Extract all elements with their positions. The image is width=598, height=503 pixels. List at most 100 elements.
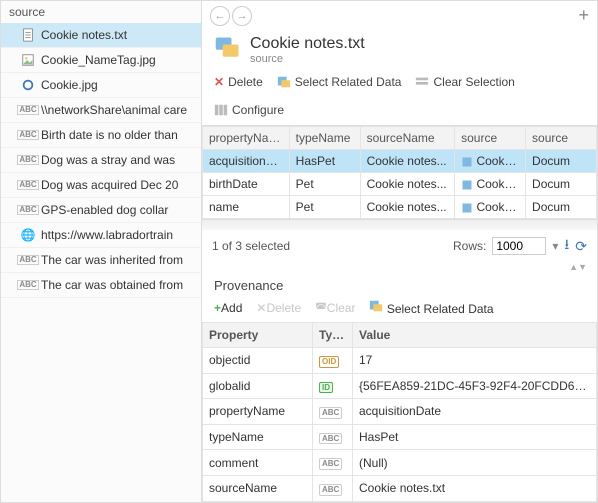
download-icon[interactable]: ⭳ <box>564 234 569 258</box>
table-row[interactable]: acquisitionD...HasPetCookie notes... Coo… <box>203 150 597 173</box>
tree-item[interactable]: ABC The car was obtained from <box>1 273 201 298</box>
grid-cell[interactable]: Cookie... <box>455 196 526 219</box>
configure-button[interactable]: Configure <box>214 103 284 117</box>
grid-cell[interactable]: Cookie notes... <box>360 196 455 219</box>
grid-cell[interactable]: Cookie notes... <box>360 173 455 196</box>
prov-value: acquisitionDate <box>353 399 597 425</box>
add-panel-button[interactable]: + <box>578 5 589 26</box>
grid-cell[interactable]: acquisitionD... <box>203 150 290 173</box>
clear-selection-icon <box>415 75 429 89</box>
prov-property: globalid <box>203 373 313 399</box>
page-subtitle: source <box>250 53 365 65</box>
abc-icon: ABC <box>21 103 35 117</box>
main-toolbar: ✕Delete Select Related Data Clear Select… <box>202 69 597 125</box>
provenance-toolbar: +Add ✕Delete ◚Clear Select Related Data <box>202 299 597 322</box>
source-tree: Cookie notes.txt Cookie_NameTag.jpg Cookie… <box>1 23 201 502</box>
prov-value: (Null) <box>353 450 597 476</box>
col-type[interactable]: Type <box>313 323 353 348</box>
grid-cell[interactable]: name <box>203 196 290 219</box>
tree-item[interactable]: Cookie_NameTag.jpg <box>1 48 201 73</box>
prov-select-related-button[interactable]: Select Related Data <box>369 299 493 316</box>
tree-item-label: Cookie notes.txt <box>41 28 127 42</box>
prov-row[interactable]: propertyNameABCacquisitionDate <box>203 399 597 425</box>
world-icon: 🌐 <box>21 228 35 242</box>
header: Cookie notes.txt source <box>202 30 597 69</box>
add-button[interactable]: +Add <box>214 301 242 315</box>
grid-column-header[interactable]: sourceName <box>360 127 455 150</box>
main-panel: ← → + Cookie notes.txt source ✕Delete Se… <box>202 1 597 502</box>
prov-property: typeName <box>203 424 313 450</box>
tree-item[interactable]: 🌐 https://www.labradortrain <box>1 223 201 248</box>
tree-item-label: https://www.labradortrain <box>41 228 173 242</box>
nav-back-button[interactable]: ← <box>210 6 230 26</box>
tree-item[interactable]: Cookie notes.txt <box>1 23 201 48</box>
plus-icon: + <box>214 301 221 315</box>
grid-cell[interactable]: Cookie... <box>455 150 526 173</box>
tree-item[interactable]: ABC\\networkShare\animal care <box>1 98 201 123</box>
tree-item[interactable]: ABC GPS-enabled dog collar <box>1 198 201 223</box>
grid-cell[interactable]: Cookie... <box>455 173 526 196</box>
grid-cell[interactable]: Cookie notes... <box>360 150 455 173</box>
rows-label: Rows: <box>453 239 486 253</box>
prov-row[interactable]: globalidID{56FEA859-21DC-45F3-92F4-20FCD… <box>203 373 597 399</box>
select-related-icon <box>369 299 383 313</box>
grid-cell[interactable]: HasPet <box>289 150 360 173</box>
prov-row[interactable]: typeNameABCHasPet <box>203 424 597 450</box>
grid-cell[interactable]: birthDate <box>203 173 290 196</box>
prov-type-badge: ABC <box>313 424 353 450</box>
tree-item[interactable]: ABCThe car was inherited from <box>1 248 201 273</box>
prov-property: comment <box>203 450 313 476</box>
grid-cell[interactable]: Pet <box>289 173 360 196</box>
table-row[interactable]: namePetCookie notes... Cookie...Docum <box>203 196 597 219</box>
delete-button[interactable]: ✕Delete <box>214 75 263 89</box>
rows-input[interactable] <box>492 237 546 255</box>
tree-item-label: The car was obtained from <box>41 278 183 292</box>
prov-row[interactable]: commentABC(Null) <box>203 450 597 476</box>
grid-cell[interactable]: Pet <box>289 196 360 219</box>
clear-selection-button[interactable]: Clear Selection <box>415 75 514 89</box>
col-property[interactable]: Property <box>203 323 313 348</box>
table-row[interactable]: birthDatePetCookie notes... Cookie...Doc… <box>203 173 597 196</box>
prov-row[interactable]: objectidOID17 <box>203 348 597 374</box>
tree-item[interactable]: Cookie.jpg <box>1 73 201 98</box>
grid-column-header[interactable]: propertyName <box>203 127 290 150</box>
prov-type-badge: ABC <box>313 475 353 501</box>
panel-collapse-icon[interactable]: ▲▼ <box>202 262 597 272</box>
abc-icon: ABC <box>21 128 35 142</box>
provenance-title: Provenance <box>202 272 597 299</box>
tree-item[interactable]: ABCDog was acquired Dec 20 <box>1 173 201 198</box>
tree-item[interactable]: ABCBirth date is no older than <box>1 123 201 148</box>
grid-column-header[interactable]: source <box>455 127 526 150</box>
provenance-table: Property Type Value objectidOID17globali… <box>202 322 597 502</box>
rows-dropdown-icon[interactable]: ▾ <box>552 239 558 253</box>
prov-value: 17 <box>353 348 597 374</box>
abc-icon: ABC <box>21 203 35 217</box>
abc-icon: ABC <box>21 278 35 292</box>
status-bar: 1 of 3 selected Rows: ▾ ⭳ ⟳ <box>202 230 597 262</box>
text-file-icon <box>21 28 35 42</box>
selection-status: 1 of 3 selected <box>212 239 290 253</box>
prov-property: objectid <box>203 348 313 374</box>
prov-value: Cookie notes.txt <box>353 475 597 501</box>
tree-item-label: Cookie.jpg <box>41 78 98 92</box>
col-value[interactable]: Value <box>353 323 597 348</box>
configure-icon <box>214 103 228 117</box>
prov-value: HasPet <box>353 424 597 450</box>
prov-row[interactable]: sourceNameABCCookie notes.txt <box>203 475 597 501</box>
grid-column-header[interactable]: typeName <box>289 127 360 150</box>
sidebar: source Cookie notes.txtCookie_NameTag.jp… <box>1 1 202 502</box>
select-related-data-button[interactable]: Select Related Data <box>277 75 402 89</box>
grid-cell[interactable]: Docum <box>526 150 597 173</box>
refresh-icon[interactable]: ⟳ <box>575 238 587 255</box>
grid-cell[interactable]: Docum <box>526 196 597 219</box>
nav-forward-button[interactable]: → <box>232 6 252 26</box>
image-file-icon <box>21 53 35 67</box>
tree-item-label: GPS-enabled dog collar <box>41 203 168 217</box>
prov-type-badge: ABC <box>313 399 353 425</box>
grid-cell[interactable]: Docum <box>526 173 597 196</box>
horizontal-scrollbar[interactable] <box>202 219 597 230</box>
grid-column-header[interactable]: source <box>526 127 597 150</box>
x-icon: ✕ <box>256 301 266 315</box>
abc-icon: ABC <box>21 253 35 267</box>
tree-item[interactable]: ABCDog was a stray and was <box>1 148 201 173</box>
